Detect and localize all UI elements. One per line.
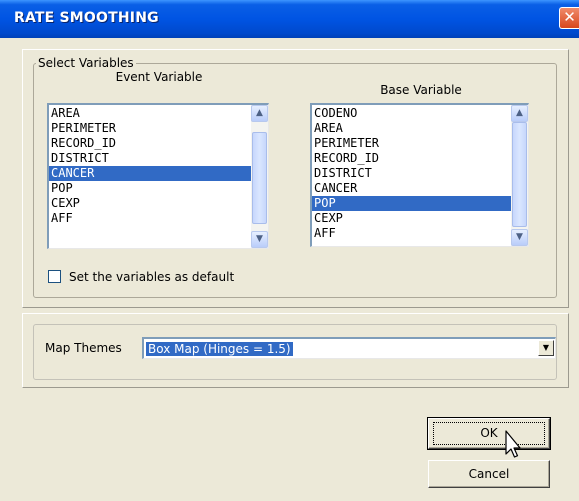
event-list-scrollbar[interactable]: ▲ ▼ <box>251 105 268 248</box>
list-item[interactable]: DISTRICT <box>312 166 511 181</box>
list-item[interactable]: DISTRICT <box>49 151 251 166</box>
scroll-up-icon[interactable]: ▲ <box>251 105 268 122</box>
event-variable-heading: Event Variable <box>115 70 203 84</box>
select-variables-legend: Select Variables <box>36 56 136 70</box>
list-item[interactable]: CANCER <box>312 181 511 196</box>
list-item[interactable]: AREA <box>49 106 251 121</box>
base-variable-heading: Base Variable <box>380 83 462 97</box>
base-list-scrollbar[interactable]: ▲ ▼ <box>511 105 528 246</box>
title-bar: RATE SMOOTHING ✕ <box>0 0 579 38</box>
map-themes-dropdown[interactable]: Box Map (Hinges = 1.5) ▼ <box>142 337 556 359</box>
variables-panel: Select Variables Event Variable AREA PERI… <box>22 49 569 308</box>
base-variable-items: CODENO AREA PERIMETER RECORD_ID DISTRICT CANC… <box>312 106 511 241</box>
scroll-down-icon[interactable]: ▼ <box>251 231 268 248</box>
list-item[interactable]: PERIMETER <box>312 136 511 151</box>
list-item[interactable]: PERIMETER <box>49 121 251 136</box>
cancel-button-label: Cancel <box>468 467 510 481</box>
list-item[interactable]: RECORD_ID <box>312 151 511 166</box>
list-item[interactable]: CEXP <box>312 211 511 226</box>
map-themes-selected: Box Map (Hinges = 1.5) <box>145 341 294 357</box>
scroll-up-icon[interactable]: ▲ <box>511 105 528 122</box>
list-item[interactable]: CANCER <box>49 166 251 181</box>
event-variable-list[interactable]: AREA PERIMETER RECORD_ID DISTRICT CANCER POP C… <box>47 103 269 249</box>
set-default-label: Set the variables as default <box>69 270 235 284</box>
window-title: RATE SMOOTHING <box>14 10 159 26</box>
focus-indicator <box>433 422 545 445</box>
map-themes-label: Map Themes <box>45 341 122 355</box>
list-item[interactable]: RECORD_ID <box>49 136 251 151</box>
list-item[interactable]: AFF <box>312 226 511 241</box>
list-item[interactable]: POP <box>49 181 251 196</box>
base-variable-list[interactable]: CODENO AREA PERIMETER RECORD_ID DISTRICT CANC… <box>310 103 529 247</box>
set-default-checkbox[interactable] <box>48 270 61 283</box>
scroll-thumb[interactable] <box>252 132 267 224</box>
chevron-down-icon[interactable]: ▼ <box>538 340 554 356</box>
list-item[interactable]: AFF <box>49 211 251 226</box>
scroll-down-icon[interactable]: ▼ <box>511 229 528 246</box>
list-item[interactable]: POP <box>312 196 511 211</box>
list-item[interactable]: AREA <box>312 121 511 136</box>
mouse-pointer-icon <box>505 430 521 458</box>
ok-button[interactable]: OK <box>427 417 551 450</box>
map-themes-panel: Map Themes Box Map (Hinges = 1.5) ▼ <box>22 313 569 388</box>
event-variable-items: AREA PERIMETER RECORD_ID DISTRICT CANCER POP C… <box>49 106 251 226</box>
scroll-thumb[interactable] <box>512 122 527 227</box>
list-item[interactable]: CEXP <box>49 196 251 211</box>
list-item[interactable]: CODENO <box>312 106 511 121</box>
cancel-button[interactable]: Cancel <box>428 460 550 488</box>
close-icon[interactable]: ✕ <box>559 7 579 29</box>
